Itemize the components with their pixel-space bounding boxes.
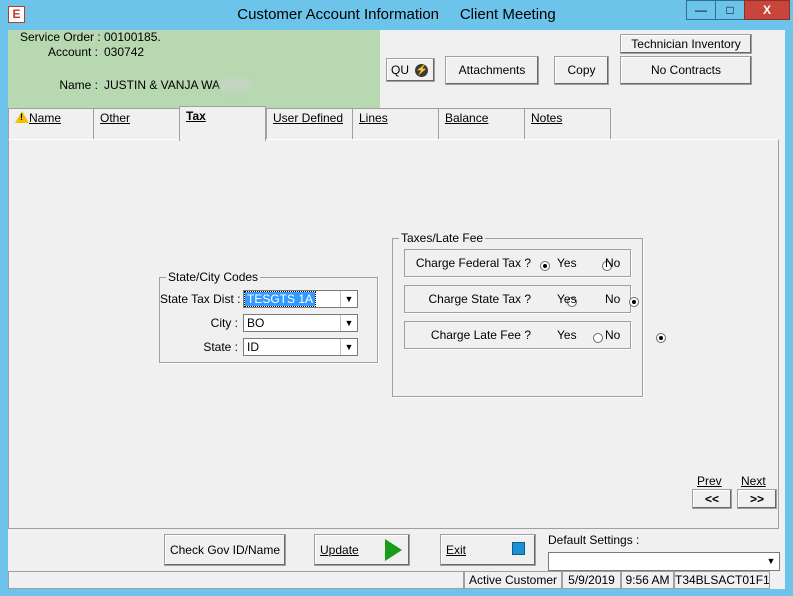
close-button[interactable]: X [744, 0, 790, 20]
update-button[interactable]: Update [314, 534, 410, 566]
state-value: ID [247, 340, 259, 354]
state-tax-no-label[interactable]: No [605, 292, 620, 306]
name-label: Name : [59, 78, 98, 92]
state-tax-dist-label: State Tax Dist : [160, 292, 241, 306]
update-label: Update [320, 543, 359, 557]
federal-tax-yes-radio[interactable] [540, 260, 550, 271]
taxes-late-fee-group-title: Taxes/Late Fee [399, 231, 486, 245]
city-label: City : [210, 316, 238, 330]
name-value: JUSTIN & VANJA WA [104, 78, 221, 92]
default-settings-select[interactable]: ▼ [548, 552, 780, 571]
service-order-label: Service Order : [20, 30, 101, 44]
tab-tax[interactable]: Tax [179, 106, 266, 141]
customer-status: Active Customer [464, 571, 562, 589]
tab-name-label: Name [29, 111, 62, 125]
federal-tax-yes-label[interactable]: Yes [557, 256, 577, 270]
state-tax-yes-label[interactable]: Yes [557, 292, 577, 306]
prev-label: Prev [697, 474, 722, 488]
status-code: T34BLSACT01F1 [674, 571, 770, 589]
chevron-down-icon[interactable]: ▼ [340, 291, 357, 307]
late-fee-yes-label[interactable]: Yes [557, 328, 577, 342]
technician-inventory-button[interactable]: Technician Inventory [620, 34, 752, 54]
state-tax-no-radio[interactable] [629, 296, 640, 307]
state-city-group-title: State/City Codes [166, 270, 261, 284]
tab-balance[interactable]: Balance [438, 108, 525, 139]
tab-user-defined[interactable]: User Defined [266, 108, 353, 139]
account-value: 030742 [104, 45, 145, 59]
status-bar-empty-panel [8, 571, 464, 589]
check-gov-id-button[interactable]: Check Gov ID/Name [164, 534, 286, 566]
tab-notes-label: Notes [531, 111, 563, 125]
late-fee-no-radio[interactable] [655, 332, 666, 343]
maximize-button[interactable]: □ [715, 0, 745, 20]
tab-tax-label: Tax [186, 109, 206, 123]
chevron-down-icon[interactable]: ▼ [763, 553, 779, 569]
tab-notes[interactable]: Notes [524, 108, 611, 139]
late-fee-no-label[interactable]: No [605, 328, 620, 342]
tab-other[interactable]: Other [93, 108, 181, 139]
window-title: Customer Account Information Client Meet… [237, 6, 556, 23]
redacted-name-blur [220, 78, 250, 92]
lightning-icon: ⚡ [415, 64, 429, 78]
tab-other-label: Other [100, 111, 131, 125]
state-select[interactable]: ID ▼ [243, 338, 358, 356]
qu-button[interactable]: QU ⚡ [386, 58, 435, 82]
window-frame-left [0, 30, 8, 596]
tab-lines-label: Lines [359, 111, 388, 125]
federal-tax-no-label[interactable]: No [605, 256, 620, 270]
exit-square-icon [512, 542, 525, 555]
exit-button[interactable]: Exit [440, 534, 536, 566]
federal-tax-label: Charge Federal Tax ? [415, 256, 531, 270]
status-time: 9:56 AM [621, 571, 674, 589]
tab-name[interactable]: ! Name [8, 108, 95, 139]
attachments-button[interactable]: Attachments [445, 56, 539, 85]
resize-grip[interactable] [770, 571, 785, 589]
late-fee-label: Charge Late Fee ? [430, 328, 531, 342]
city-select[interactable]: BO ▼ [243, 314, 358, 332]
account-label: Account : [47, 45, 98, 59]
prev-button[interactable]: << [692, 489, 732, 509]
window-frame-bottom [0, 589, 793, 596]
next-label: Next [741, 474, 766, 488]
minimize-button[interactable]: — [686, 0, 716, 20]
state-tax-dist-select[interactable]: TESGTS 1A ▼ [243, 290, 358, 308]
state-tax-dist-value: TESGTS 1A [243, 291, 317, 307]
state-tax-label: Charge State Tax ? [428, 292, 531, 306]
city-value: BO [247, 316, 265, 330]
qu-label: QU [391, 63, 409, 77]
copy-button[interactable]: Copy [554, 56, 609, 85]
tab-lines[interactable]: Lines [352, 108, 439, 139]
chevron-down-icon[interactable]: ▼ [340, 315, 357, 331]
state-label: State : [203, 340, 238, 354]
service-order-value: 00100185. [104, 30, 161, 44]
chevron-down-icon[interactable]: ▼ [340, 339, 357, 355]
default-settings-label: Default Settings : [548, 533, 640, 547]
warning-icon: ! [15, 111, 29, 123]
play-arrow-icon [385, 539, 402, 561]
status-date: 5/9/2019 [562, 571, 621, 589]
next-button[interactable]: >> [737, 489, 777, 509]
exit-label: Exit [446, 543, 467, 557]
window-frame-right [785, 30, 793, 596]
tab-balance-label: Balance [445, 111, 489, 125]
no-contracts-button[interactable]: No Contracts [620, 56, 752, 85]
tab-user-defined-label: User Defined [273, 111, 344, 125]
